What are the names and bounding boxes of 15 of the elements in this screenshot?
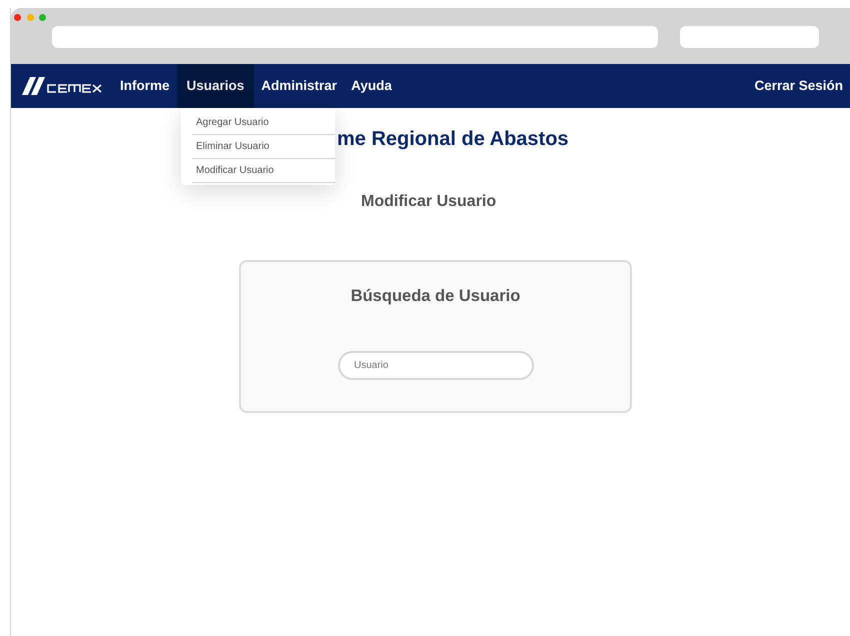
menu-item[interactable]: Modificar Usuario (192, 159, 335, 183)
card-title: Búsqueda de Usuario (350, 286, 520, 307)
page-title: me Regional de Abastos (337, 127, 569, 152)
logo-icon[interactable] (22, 77, 102, 95)
nav-tab[interactable]: Usuarios (176, 64, 254, 108)
nav-tab[interactable]: Informe (113, 64, 177, 108)
page-subtitle: Modificar Usuario (361, 192, 496, 212)
logout-link[interactable]: Cerrar Sesión (754, 76, 843, 96)
address-bar[interactable] (52, 26, 658, 48)
nav-tab[interactable]: Ayuda (344, 64, 399, 108)
nav-tab[interactable]: Administrar (254, 64, 344, 108)
menu-item[interactable]: Eliminar Usuario (192, 135, 335, 159)
user-search-field[interactable]: Usuario (338, 350, 534, 380)
menu-item[interactable]: Agregar Usuario (192, 111, 335, 135)
search-bar[interactable] (680, 26, 819, 48)
